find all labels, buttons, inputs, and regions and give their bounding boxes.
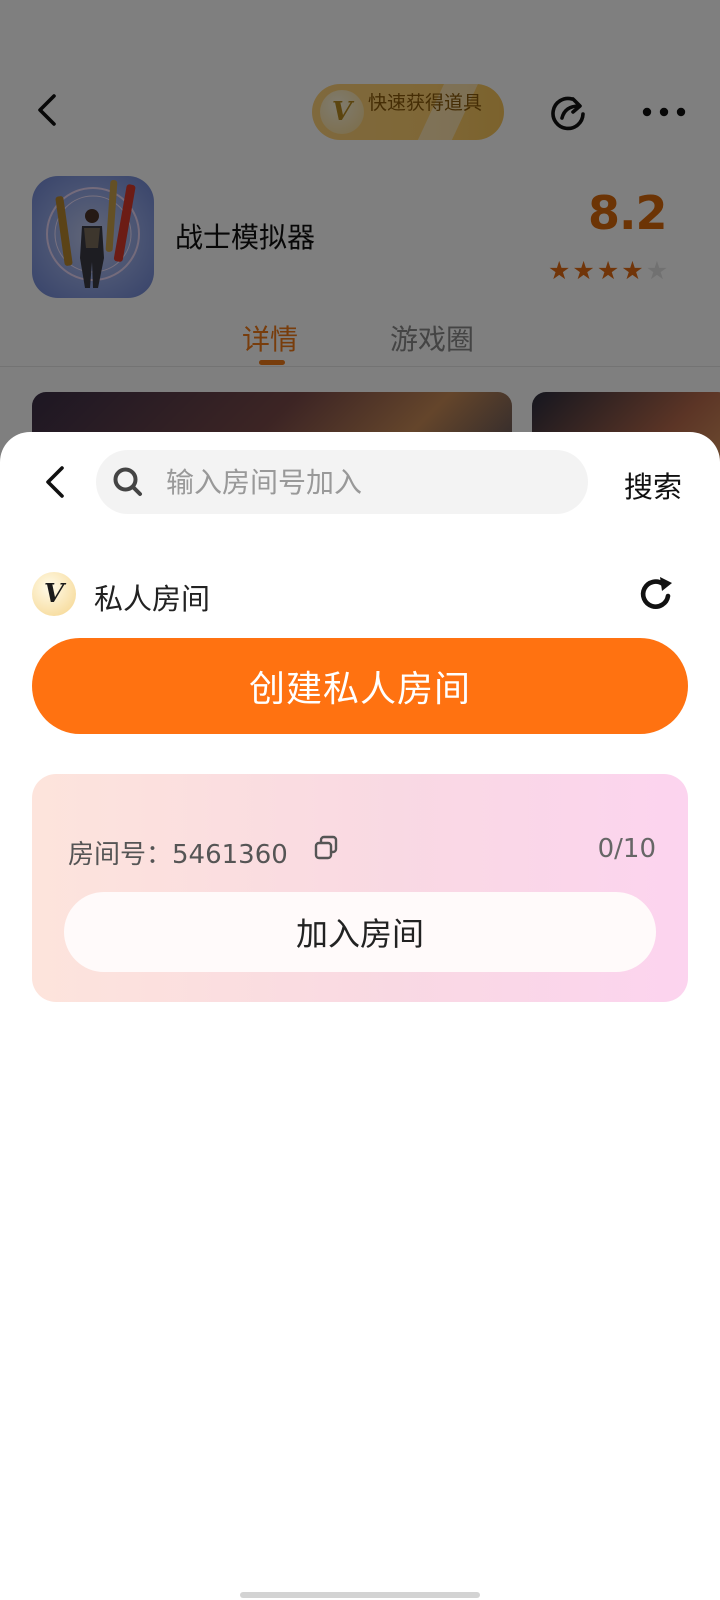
room-card: 房间号：5461360 0/10 加入房间	[32, 774, 688, 1002]
copy-icon[interactable]	[312, 834, 340, 862]
room-bottom-sheet: 搜索 V 私人房间 创建私人房间 房间号：5461360 0/10 加入房间	[0, 432, 720, 1600]
create-private-room-button[interactable]: 创建私人房间	[32, 638, 688, 734]
private-room-header: V 私人房间	[32, 572, 688, 616]
join-room-button[interactable]: 加入房间	[64, 892, 656, 972]
search-button[interactable]: 搜索	[624, 464, 682, 506]
vip-badge-icon: V	[32, 572, 76, 616]
section-title: 私人房间	[94, 582, 211, 616]
room-number-input[interactable]	[166, 460, 566, 504]
sheet-back-icon[interactable]	[36, 462, 76, 502]
search-icon	[112, 466, 144, 498]
search-box	[96, 450, 588, 514]
refresh-icon[interactable]	[636, 574, 676, 614]
room-player-count: 0/10	[597, 834, 656, 864]
room-number-label: 房间号：5461360	[68, 840, 288, 870]
home-indicator[interactable]	[240, 1592, 480, 1598]
